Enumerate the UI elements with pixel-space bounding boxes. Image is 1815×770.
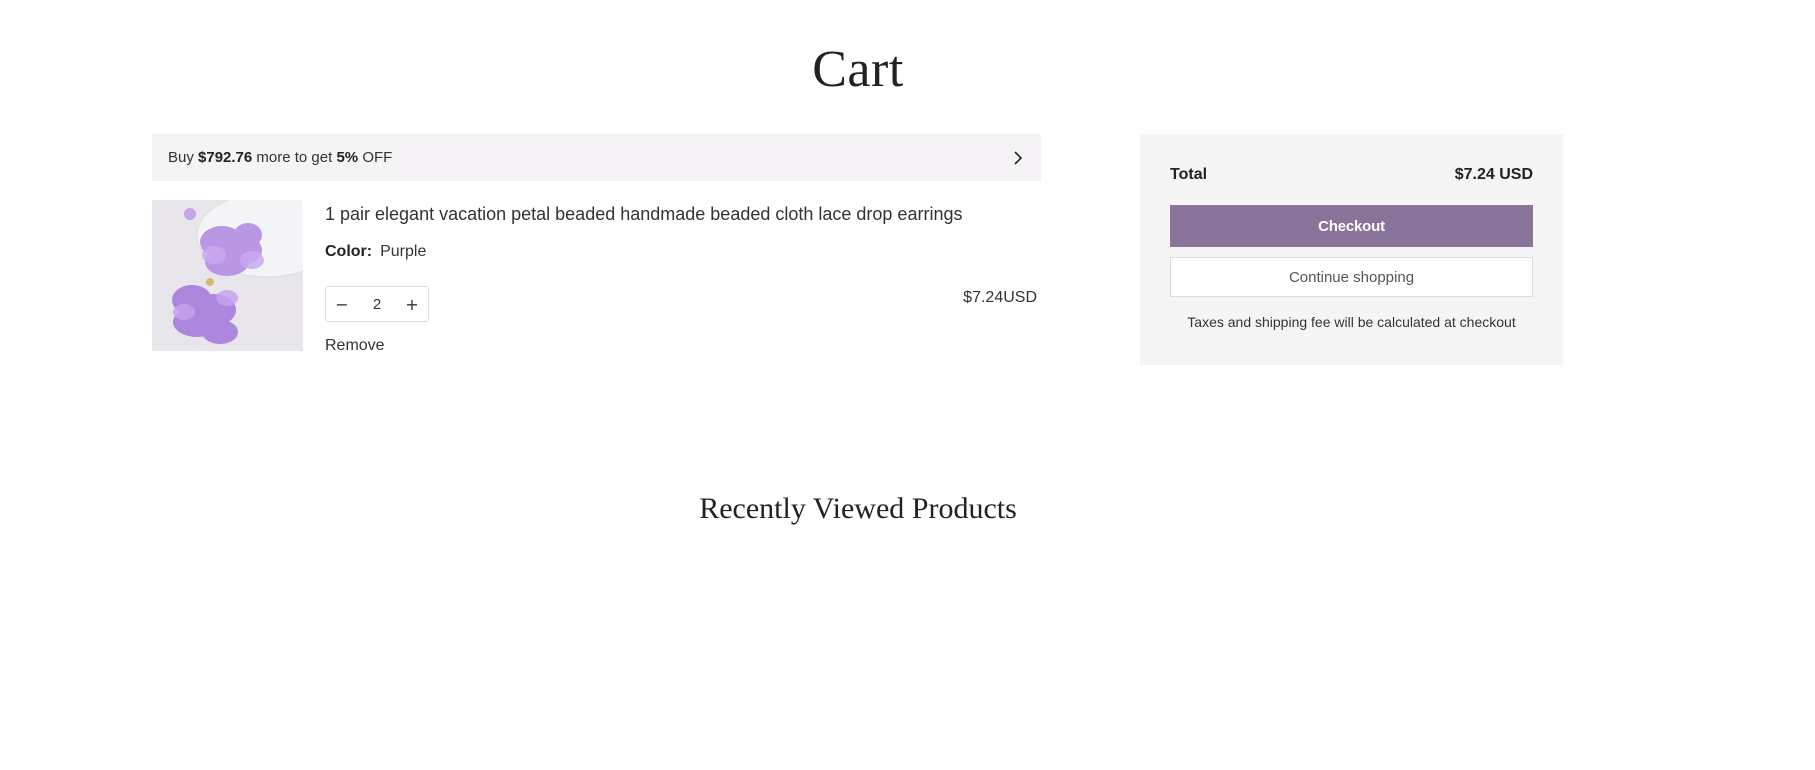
continue-shopping-button[interactable]: Continue shopping bbox=[1170, 257, 1533, 297]
promo-suffix: OFF bbox=[358, 149, 393, 166]
variant-value: Purple bbox=[380, 243, 427, 260]
product-variant: Color: Purple bbox=[325, 241, 426, 263]
remove-button[interactable]: Remove bbox=[325, 335, 385, 357]
total-value: $7.24 USD bbox=[1454, 166, 1533, 183]
checkout-button[interactable]: Checkout bbox=[1170, 205, 1533, 247]
total-label: Total bbox=[1170, 166, 1208, 183]
quantity-stepper: − + bbox=[325, 286, 429, 322]
promo-discount: 5% bbox=[336, 149, 359, 166]
decrease-quantity-button[interactable]: − bbox=[326, 287, 358, 321]
total-row: Total $7.24 USD bbox=[1170, 166, 1533, 184]
chevron-right-icon[interactable] bbox=[1011, 150, 1025, 165]
promo-bar[interactable]: Buy $792.76 more to get 5% OFF bbox=[152, 134, 1041, 181]
promo-amount: $792.76 bbox=[198, 149, 253, 166]
quantity-input[interactable] bbox=[359, 295, 395, 313]
promo-prefix: Buy bbox=[168, 149, 199, 166]
tax-note: Taxes and shipping fee will be calculate… bbox=[1187, 314, 1516, 330]
variant-label: Color: bbox=[325, 243, 373, 260]
promo-middle: more to get bbox=[252, 149, 337, 166]
increase-quantity-button[interactable]: + bbox=[396, 287, 428, 321]
order-summary: Total $7.24 USD Checkout Continue shoppi… bbox=[1140, 134, 1563, 365]
recently-viewed-title: Recently Viewed Products bbox=[699, 492, 1017, 525]
page-title: Cart bbox=[812, 41, 904, 98]
item-price: $7.24USD bbox=[963, 289, 1037, 306]
product-image[interactable] bbox=[152, 200, 303, 351]
product-title[interactable]: 1 pair elegant vacation petal beaded han… bbox=[325, 202, 962, 226]
promo-text: Buy $792.76 more to get 5% OFF bbox=[168, 149, 392, 166]
